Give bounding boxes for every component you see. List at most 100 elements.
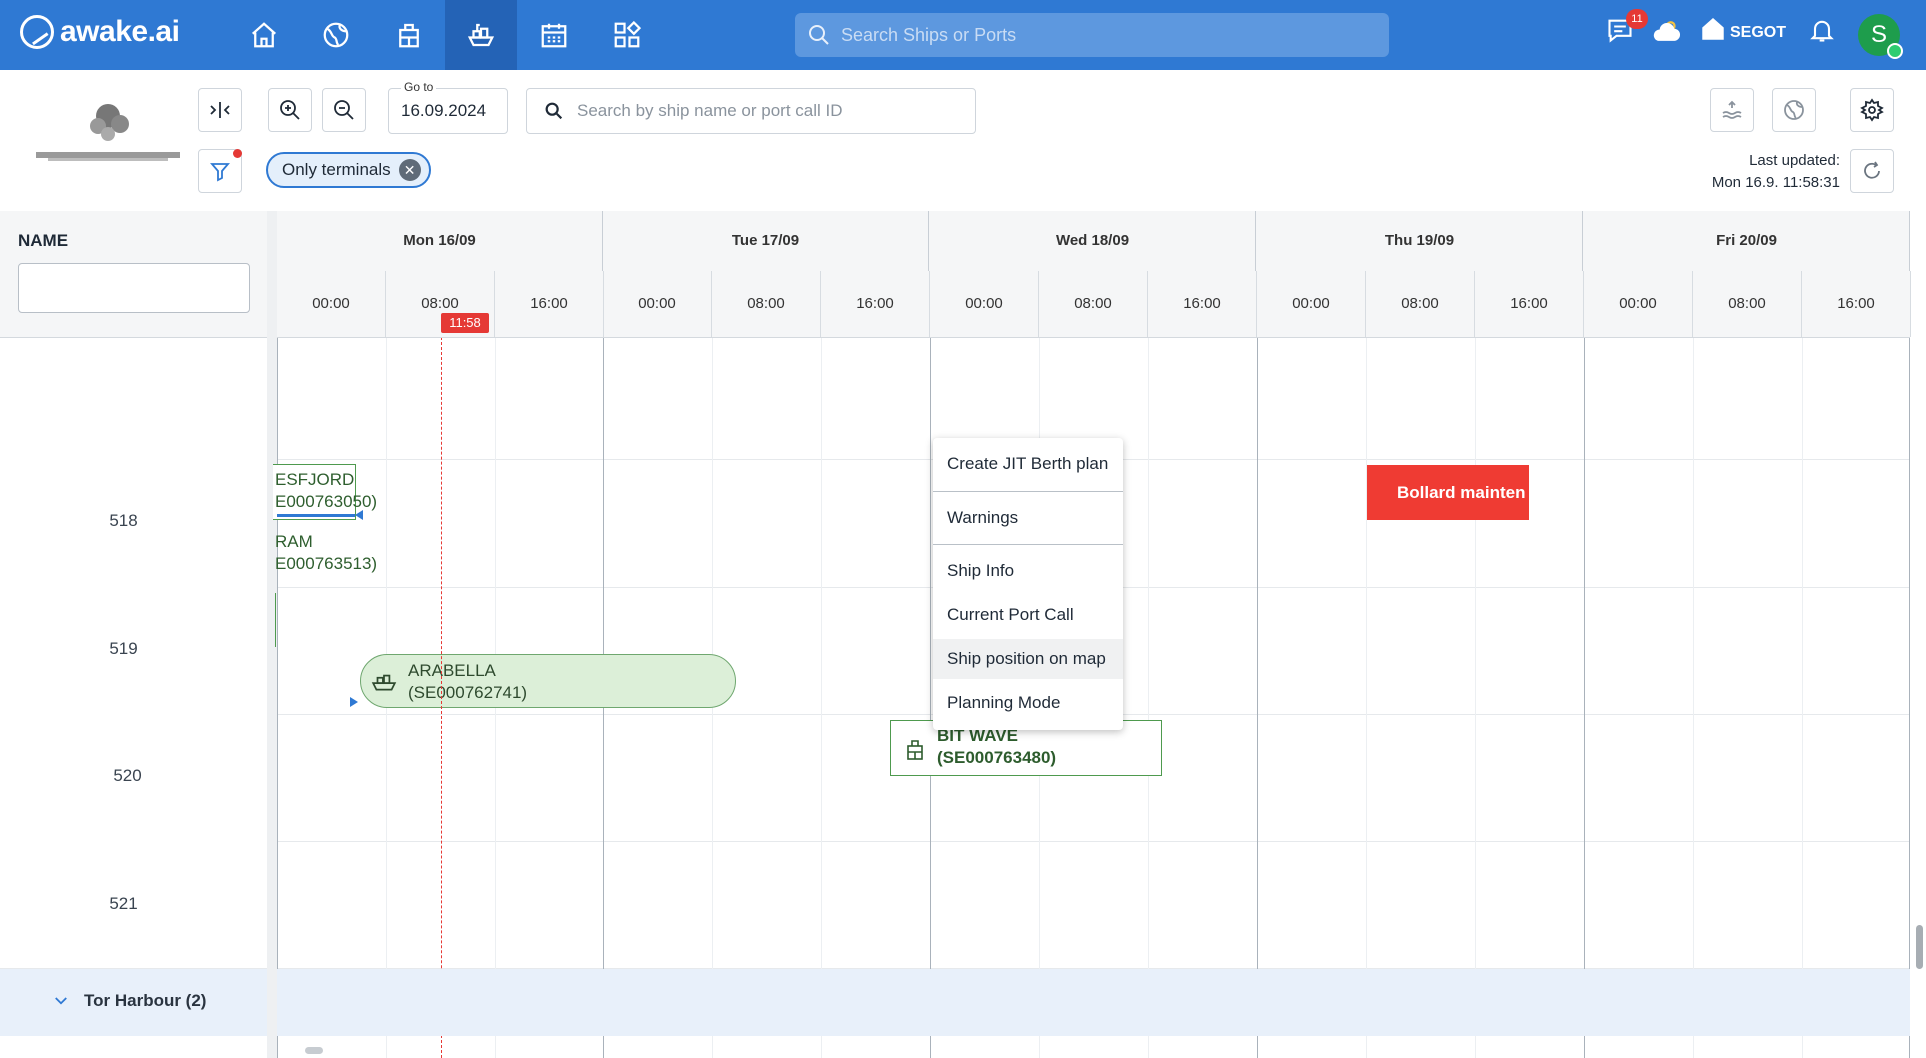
chevron-down-icon	[55, 997, 67, 1005]
hour-header: 00:00	[277, 271, 386, 337]
menu-planning-mode[interactable]: Planning Mode	[933, 683, 1123, 723]
eta-marker-icon	[350, 697, 358, 707]
nav-calendar[interactable]	[518, 0, 590, 70]
berth-row-label: 518	[109, 511, 138, 530]
refresh-button[interactable]	[1850, 149, 1894, 193]
gear-icon	[1860, 98, 1884, 122]
globe-icon	[1784, 100, 1804, 120]
message-count-badge: 11	[1626, 9, 1648, 29]
hour-header: 16:00	[1148, 271, 1257, 337]
berth-row-label: 520	[113, 766, 142, 785]
group-row[interactable]	[0, 969, 1910, 1036]
filter-icon	[210, 163, 230, 182]
refresh-icon	[1864, 161, 1880, 179]
berth-row-label: 521	[109, 894, 138, 913]
ship-event-arabella[interactable]: ARABELLA (SE000762741)	[360, 654, 736, 708]
ship-search-input[interactable]: Search by ship name or port call ID	[526, 88, 976, 134]
online-status-dot	[1887, 43, 1903, 59]
zoom-in-icon	[280, 100, 300, 120]
bell-icon	[1810, 20, 1834, 42]
day-header: Tue 17/09	[603, 211, 929, 271]
home-icon	[252, 22, 276, 48]
name-column: 517 NAME 518 519 520 521	[0, 211, 268, 1058]
menu-ship-position-on-map[interactable]: Ship position on map	[933, 639, 1123, 679]
ship-context-menu: Create JIT Berth plan Warnings Ship Info…	[933, 438, 1123, 730]
home-port-icon	[1702, 17, 1724, 40]
weather-button[interactable]	[1652, 16, 1682, 51]
hour-header: 08:00	[1039, 271, 1148, 337]
hour-header: 00:00	[1584, 271, 1693, 337]
zoom-out-button[interactable]	[322, 88, 366, 132]
globe-icon	[323, 22, 349, 48]
filter-chip-label: Only terminals	[282, 160, 391, 179]
tide-button[interactable]	[1710, 88, 1754, 132]
hour-header: 16:00	[821, 271, 930, 337]
ship-id: E000763513)	[275, 554, 378, 573]
nav-home[interactable]	[228, 0, 300, 70]
ship-event-ram[interactable]: RAM E000763513)	[275, 531, 377, 575]
menu-warnings[interactable]: Warnings	[933, 498, 1123, 538]
zoom-in-button[interactable]	[268, 88, 312, 132]
zoom-out-icon	[334, 100, 354, 120]
hour-header: 16:00	[495, 271, 604, 337]
nav-cargo[interactable]	[373, 0, 445, 70]
day-header: Mon 16/09	[277, 211, 603, 271]
global-search-placeholder: Search Ships or Ports	[841, 24, 1017, 45]
hour-header: 08:00	[1693, 271, 1802, 337]
current-time-tag: 11:58	[441, 313, 489, 333]
hour-header: 08:00	[1366, 271, 1475, 337]
vertical-scrollbar[interactable]	[1916, 925, 1923, 969]
day-header: Wed 18/09	[930, 211, 1256, 271]
berth-row-label: 519	[109, 639, 138, 658]
only-terminals-filter-chip[interactable]: Only terminals ✕	[266, 152, 431, 188]
hour-header: 00:00	[930, 271, 1039, 337]
horizontal-scrollbar[interactable]	[305, 1047, 323, 1054]
notifications-button[interactable]	[1808, 16, 1836, 49]
ship-id: (SE000763480)	[937, 748, 1057, 767]
settings-button[interactable]	[1850, 88, 1894, 132]
calendar-icon	[541, 23, 567, 48]
home-port-label[interactable]: SEGOT	[1730, 24, 1786, 42]
nav-globe[interactable]	[300, 0, 372, 70]
day-header: Thu 19/09	[1257, 211, 1583, 271]
nav-apps[interactable]	[591, 0, 663, 70]
berth-ship-icon	[467, 23, 495, 47]
goto-label: Go to	[401, 80, 437, 94]
weather-icon	[1653, 21, 1681, 41]
search-icon	[545, 102, 563, 120]
terminal-logo	[28, 96, 188, 180]
last-updated-label: Last updated:	[1749, 152, 1840, 169]
home-port-button[interactable]	[1700, 16, 1726, 47]
menu-create-jit-berth-plan[interactable]: Create JIT Berth plan	[933, 444, 1123, 484]
global-search-input[interactable]: Search Ships or Ports	[795, 13, 1389, 57]
menu-ship-info[interactable]: Ship Info	[933, 551, 1123, 591]
hour-header: 00:00	[1257, 271, 1366, 337]
ship-name: ARABELLA	[408, 661, 496, 680]
app-name: awake.ai	[60, 15, 180, 48]
name-filter-input[interactable]	[18, 263, 250, 313]
menu-current-port-call[interactable]: Current Port Call	[933, 595, 1123, 635]
remove-filter-icon[interactable]: ✕	[398, 159, 421, 181]
ship-name: RAM	[275, 532, 313, 551]
top-navigation-bar: awake.ai Search Ships or Ports 11 SEGOT …	[0, 0, 1926, 70]
last-updated-value: Mon 16.9. 11:58:31	[1711, 174, 1840, 191]
apps-grid-icon	[614, 20, 642, 48]
event-progress-bar	[277, 514, 355, 517]
filter-active-dot	[233, 149, 242, 158]
group-toggle[interactable]: Tor Harbour (2)	[52, 991, 206, 1011]
ship-name: ESFJORD	[275, 470, 355, 489]
hour-header: 00:00	[603, 271, 712, 337]
hour-header-row: 00:00 08:00 16:00 00:00 08:00 16:00 00:0…	[277, 271, 1911, 338]
goto-date-field[interactable]: Go to 16.09.2024	[388, 80, 508, 134]
name-column-header: NAME	[0, 211, 267, 338]
collapse-expand-button[interactable]	[198, 88, 242, 132]
nav-berth-planner[interactable]	[445, 0, 517, 70]
current-time-line	[441, 337, 442, 1058]
event-marker-icon	[355, 510, 363, 520]
ship-event-esfjord[interactable]: ESFJORD E000763050)	[275, 469, 377, 513]
app-logo[interactable]: awake.ai	[20, 15, 180, 49]
maintenance-event[interactable]: Bollard mainten	[1367, 465, 1529, 520]
day-header-row: Mon 16/09 Tue 17/09 Wed 18/09 Thu 19/09 …	[277, 211, 1910, 272]
cargo-icon	[907, 740, 923, 760]
map-view-button[interactable]	[1772, 88, 1816, 132]
